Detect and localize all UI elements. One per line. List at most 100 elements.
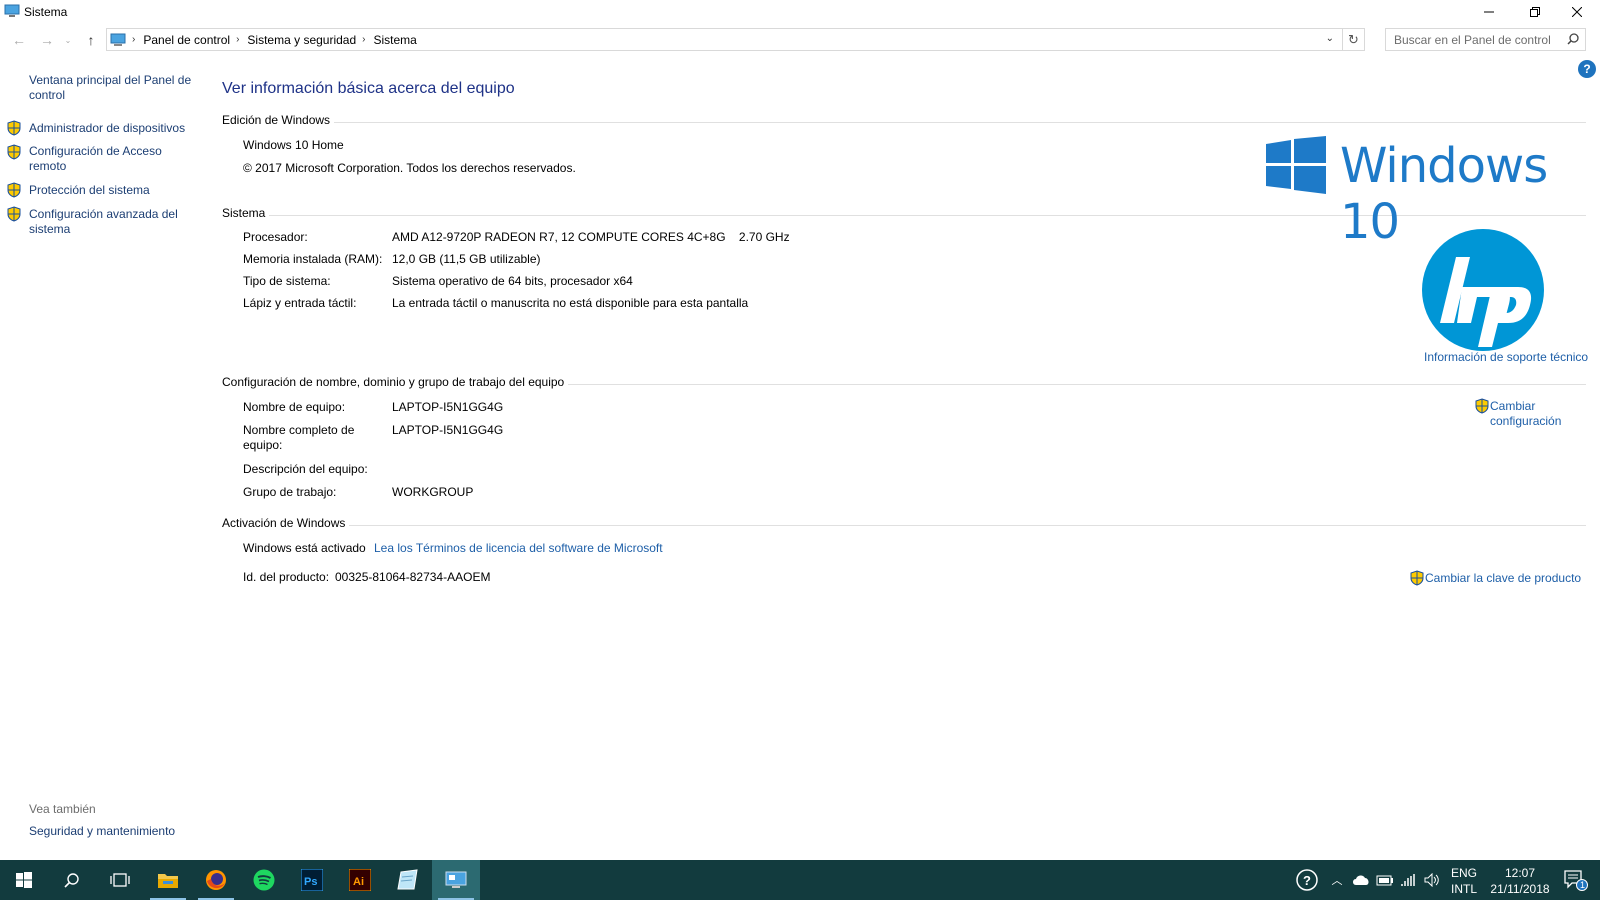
windows-edition-name: Windows 10 Home — [243, 138, 344, 152]
cloud-icon — [1353, 875, 1369, 885]
uac-shield-icon — [1410, 570, 1424, 586]
system-type-label: Tipo de sistema: — [243, 274, 331, 288]
workgroup-value: WORKGROUP — [392, 485, 474, 499]
page-title: Ver información básica acerca del equipo — [222, 80, 515, 97]
search-button[interactable] — [48, 860, 96, 900]
battery-icon — [1376, 875, 1393, 886]
breadcrumb-panel-de-control[interactable]: Panel de control — [143, 33, 230, 47]
control-panel-icon — [110, 33, 126, 46]
battery-button[interactable] — [1374, 860, 1396, 900]
workgroup-label: Grupo de trabajo: — [243, 485, 337, 499]
pen-touch-value: La entrada táctil o manuscrita no está d… — [392, 296, 749, 310]
start-button[interactable] — [0, 860, 48, 900]
notes-button[interactable] — [384, 860, 432, 900]
divider — [222, 525, 1586, 526]
back-button[interactable]: ← — [8, 30, 30, 50]
firefox-button[interactable] — [192, 860, 240, 900]
start-icon — [16, 872, 32, 888]
sidebar-item-system-protection[interactable]: Protección del sistema — [29, 183, 199, 198]
notes-icon — [397, 869, 418, 890]
change-settings-link[interactable]: Cambiar configuración — [1490, 399, 1590, 429]
show-hidden-icons-button[interactable]: ︿ — [1328, 860, 1346, 900]
full-computer-name-value: LAPTOP-I5N1GG4G — [392, 423, 504, 437]
onedrive-button[interactable] — [1350, 860, 1372, 900]
forward-arrow-icon: → — [40, 32, 54, 48]
file-explorer-button[interactable] — [144, 860, 192, 900]
breadcrumb-separator: › — [132, 34, 136, 45]
help-tray-button[interactable]: ? — [1294, 860, 1320, 900]
taskbar: Ps Ai ? ︿ ENG INTL 12:07 21/11/2018 1 — [0, 860, 1600, 900]
help-circle-icon: ? — [1296, 869, 1318, 891]
activation-status: Windows está activado — [243, 541, 366, 555]
processor-value: AMD A12-9720P RADEON R7, 12 COMPUTE CORE… — [392, 230, 790, 244]
uac-shield-icon — [7, 120, 21, 136]
language-code: ENG — [1450, 866, 1477, 880]
main-content: Ver información básica acerca del equipo… — [222, 0, 1600, 860]
input-language-indicator[interactable]: ENG INTL — [1446, 865, 1482, 897]
back-arrow-icon: ← — [12, 32, 26, 48]
speaker-icon — [1424, 873, 1439, 887]
wifi-icon — [1401, 874, 1415, 886]
uac-shield-icon — [1475, 398, 1489, 414]
control-panel-taskbar-button[interactable] — [432, 860, 480, 900]
forward-button[interactable]: → — [36, 30, 58, 50]
activation-group: Activación de Windows — [222, 516, 1586, 532]
control-panel-home-link[interactable]: Ventana principal del Panel de control — [29, 73, 199, 103]
windows-logo-icon — [1266, 136, 1326, 194]
illustrator-button[interactable]: Ai — [336, 860, 384, 900]
change-product-key-link[interactable]: Cambiar la clave de producto — [1425, 571, 1581, 586]
group-heading: Activación de Windows — [222, 516, 350, 530]
group-heading: Edición de Windows — [222, 113, 335, 127]
security-maintenance-link[interactable]: Seguridad y mantenimiento — [29, 824, 175, 838]
spotify-icon — [253, 869, 275, 891]
clock[interactable]: 12:07 21/11/2018 — [1480, 865, 1560, 897]
computer-name-group: Configuración de nombre, dominio y grupo… — [222, 375, 1586, 391]
spotify-button[interactable] — [240, 860, 288, 900]
hp-logo-mark — [1440, 257, 1532, 347]
clock-date: 21/11/2018 — [1490, 882, 1550, 896]
task-view-icon — [110, 873, 130, 887]
pen-touch-label: Lápiz y entrada táctil: — [243, 296, 357, 310]
system-type-value: Sistema operativo de 64 bits, procesador… — [392, 274, 633, 288]
up-button[interactable]: ↑ — [80, 30, 102, 50]
sidebar-item-advanced-settings[interactable]: Configuración avanzada del sistema — [29, 207, 189, 237]
photoshop-button[interactable]: Ps — [288, 860, 336, 900]
volume-button[interactable] — [1422, 860, 1442, 900]
svg-text:Ai: Ai — [353, 876, 364, 888]
uac-shield-icon — [7, 182, 21, 198]
product-id-label: Id. del producto: — [243, 570, 330, 584]
computer-name-label: Nombre de equipo: — [243, 400, 346, 414]
computer-name-value: LAPTOP-I5N1GG4G — [392, 400, 504, 414]
ram-label: Memoria instalada (RAM): — [243, 252, 383, 266]
windows-edition-group: Edición de Windows — [222, 113, 1586, 129]
up-arrow-icon: ↑ — [87, 32, 95, 48]
full-computer-name-label: Nombre completo de equipo: — [243, 423, 355, 452]
action-center-button[interactable]: 1 — [1558, 860, 1594, 900]
support-information-link[interactable]: Información de soporte técnico — [1424, 350, 1588, 364]
uac-shield-icon — [7, 144, 21, 160]
sidebar-item-device-manager[interactable]: Administrador de dispositivos — [29, 121, 199, 136]
task-view-button[interactable] — [96, 860, 144, 900]
see-also-heading: Vea también — [29, 802, 96, 816]
network-button[interactable] — [1398, 860, 1420, 900]
recent-locations-button[interactable]: ⌄ — [62, 30, 74, 50]
divider — [222, 122, 1586, 123]
hp-logo-icon — [1422, 229, 1544, 351]
license-terms-link[interactable]: Lea los Términos de licencia del softwar… — [374, 541, 663, 556]
svg-text:Ps: Ps — [304, 876, 317, 888]
svg-text:?: ? — [1303, 873, 1311, 888]
group-heading: Sistema — [222, 206, 270, 220]
notification-count: 1 — [1580, 880, 1586, 890]
group-heading: Configuración de nombre, dominio y grupo… — [222, 375, 569, 389]
firefox-icon — [206, 870, 226, 890]
clock-time: 12:07 — [1504, 866, 1536, 880]
control-panel-icon — [445, 871, 467, 888]
copyright-text: © 2017 Microsoft Corporation. Todos los … — [243, 161, 576, 175]
sidebar-item-remote-settings[interactable]: Configuración de Acceso remoto — [29, 144, 179, 174]
product-id-value: 00325-81064-82734-AAOEM — [335, 570, 491, 584]
photoshop-icon: Ps — [301, 869, 323, 891]
uac-shield-icon — [7, 206, 21, 222]
chevron-up-icon: ︿ — [1331, 875, 1343, 887]
file-explorer-icon — [158, 874, 178, 888]
search-icon — [64, 873, 79, 888]
